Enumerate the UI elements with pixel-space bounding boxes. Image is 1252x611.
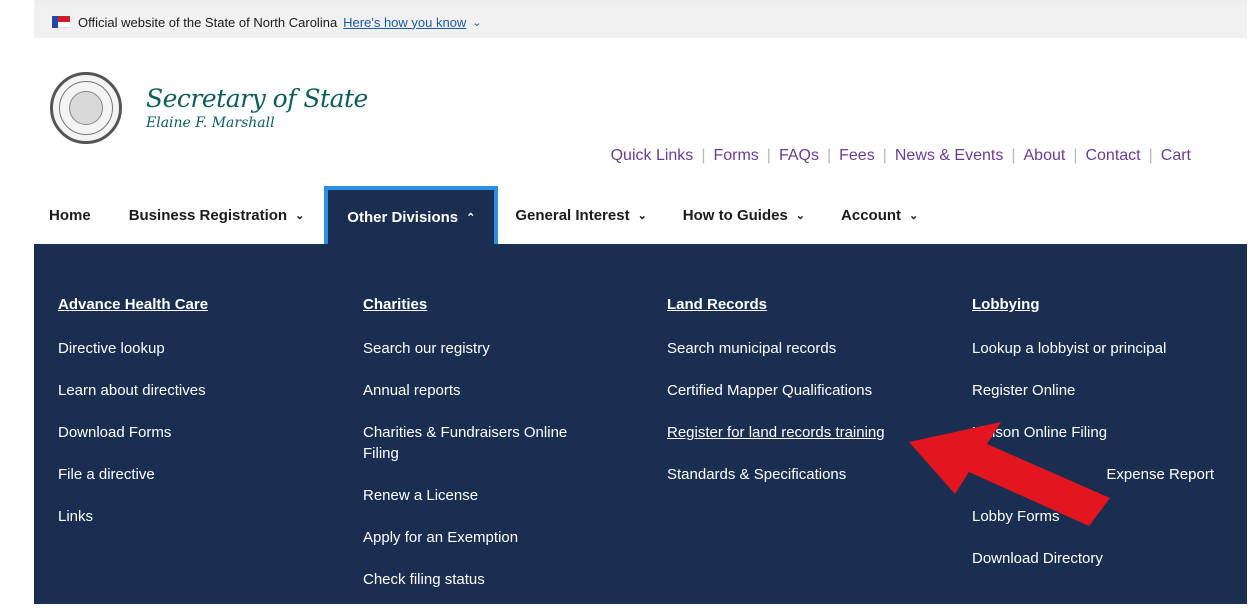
- nav-home-label: Home: [49, 206, 91, 224]
- divider: |: [1073, 147, 1078, 164]
- menu-link-learn-about-directives[interactable]: Learn about directives: [58, 380, 348, 401]
- menu-link-links[interactable]: Links: [58, 506, 348, 527]
- menu-heading-land-records[interactable]: Land Records: [667, 296, 947, 317]
- nav-general-interest[interactable]: General Interest ⌄: [515, 186, 682, 244]
- nav-business-registration[interactable]: Business Registration ⌄: [129, 186, 325, 244]
- menu-link-file-a-directive[interactable]: File a directive: [58, 464, 348, 485]
- chevron-down-icon: ⌄: [295, 209, 305, 222]
- chevron-up-icon: ⌃: [466, 211, 476, 224]
- divider: |: [1011, 147, 1016, 164]
- main-nav: Home Business Registration ⌄ Other Divis…: [34, 186, 1247, 244]
- nav-howto-label: How to Guides: [682, 206, 788, 224]
- nav-account-label: Account: [841, 206, 902, 224]
- nav-other-divisions[interactable]: Other Divisions ⌃: [324, 186, 499, 244]
- menu-link-charities-online-filing[interactable]: Charities & Fundraisers Online Filing: [363, 422, 603, 464]
- utility-link-about[interactable]: About: [1024, 147, 1066, 165]
- annotation-arrow-icon: [909, 422, 1110, 526]
- frame-left: [0, 0, 34, 604]
- frame-right: [1247, 0, 1252, 604]
- menu-link-search-our-registry[interactable]: Search our registry: [363, 338, 653, 359]
- menu-link-apply-for-exemption[interactable]: Apply for an Exemption: [363, 527, 653, 548]
- divider: |: [882, 147, 887, 164]
- nav-other-label: Other Divisions: [347, 208, 459, 226]
- menu-link-annual-reports[interactable]: Annual reports: [363, 380, 653, 401]
- gov-banner-text: Official website of the State of North C…: [78, 14, 338, 30]
- state-seal-logo[interactable]: [50, 72, 122, 144]
- nav-how-to-guides[interactable]: How to Guides ⌄: [683, 186, 841, 244]
- menu-heading-advance-health-care[interactable]: Advance Health Care: [58, 296, 348, 317]
- menu-link-register-online[interactable]: Register Online: [972, 380, 1252, 401]
- divider: |: [701, 147, 706, 164]
- divider: |: [826, 147, 832, 164]
- nav-home[interactable]: Home: [34, 186, 129, 244]
- menu-link-lookup-lobbyist[interactable]: Lookup a lobbyist or principal: [972, 338, 1252, 359]
- heres-how-you-know-link[interactable]: Here's how you know: [343, 15, 466, 30]
- site-header: Secretary of State Elaine F. Marshall Qu…: [34, 38, 1247, 186]
- chevron-down-icon: ⌄: [795, 209, 806, 222]
- menu-column-charities: Charities Search our registry Annual rep…: [363, 296, 653, 611]
- utility-nav: Quick Links | Forms | FAQs | Fees | News…: [611, 147, 1191, 165]
- site-subtitle: Elaine F. Marshall: [146, 115, 275, 131]
- utility-link-quick-links[interactable]: Quick Links: [611, 147, 694, 165]
- utility-link-contact[interactable]: Contact: [1085, 147, 1140, 165]
- menu-link-check-filing-status[interactable]: Check filing status: [363, 569, 653, 590]
- menu-link-certified-mapper-qualifications[interactable]: Certified Mapper Qualifications: [667, 380, 947, 401]
- site-title[interactable]: Secretary of State: [146, 84, 368, 113]
- menu-heading-charities[interactable]: Charities: [363, 296, 653, 317]
- nc-flag-icon: [52, 16, 70, 28]
- menu-link-directive-lookup[interactable]: Directive lookup: [58, 338, 348, 359]
- menu-link-download-forms[interactable]: Download Forms: [58, 422, 348, 443]
- menu-link-renew-a-license[interactable]: Renew a License: [363, 485, 653, 506]
- utility-link-faqs[interactable]: FAQs: [779, 147, 819, 165]
- menu-link-search-municipal-records[interactable]: Search municipal records: [667, 338, 947, 359]
- chevron-down-icon: ⌄: [909, 209, 919, 222]
- menu-link-download-directory[interactable]: Download Directory: [972, 548, 1252, 569]
- nav-general-label: General Interest: [515, 206, 630, 224]
- divider: |: [1148, 147, 1153, 164]
- menu-heading-lobbying[interactable]: Lobbying: [972, 296, 1252, 317]
- chevron-down-icon: ⌄: [637, 209, 647, 222]
- nav-business-label: Business Registration: [128, 206, 288, 224]
- utility-link-fees[interactable]: Fees: [839, 147, 875, 165]
- utility-link-forms[interactable]: Forms: [713, 147, 758, 165]
- chevron-down-icon[interactable]: ⌄: [472, 16, 481, 29]
- divider: |: [766, 147, 771, 164]
- menu-column-advance-health-care: Advance Health Care Directive lookup Lea…: [58, 296, 348, 548]
- utility-link-cart[interactable]: Cart: [1161, 147, 1191, 165]
- nav-account[interactable]: Account ⌄: [841, 186, 918, 244]
- gov-banner: Official website of the State of North C…: [34, 6, 1247, 38]
- utility-link-news-events[interactable]: News & Events: [895, 147, 1003, 165]
